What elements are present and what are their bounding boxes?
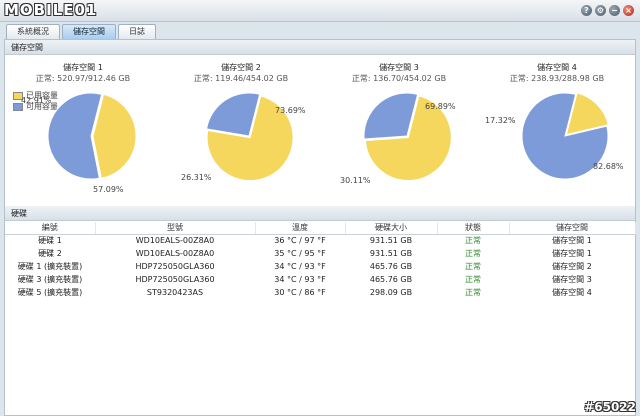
disk-size: 465.76 GB <box>369 275 413 284</box>
disk-volume: 儲存空間 3 <box>552 275 592 284</box>
disk-section-header: 硬碟 <box>5 206 635 221</box>
used-percent-label: 73.69% <box>275 106 306 115</box>
tab-system-overview[interactable]: 系統概況 <box>6 24 60 39</box>
volume-header: 儲存空間 1 正常: 520.97/912.46 GB <box>5 62 161 84</box>
minimize-icon[interactable]: − <box>609 5 620 16</box>
disk-temperature: 35 °C / 95 °F <box>274 249 326 258</box>
volume-name: 儲存空間 2 <box>221 63 261 72</box>
close-icon[interactable]: × <box>623 5 634 16</box>
disk-id: 硬碟 1 (擴充裝置) <box>17 262 83 271</box>
table-row[interactable]: 硬碟 2 WD10EALS-00Z8A0 35 °C / 95 °F 931.51 G… <box>5 247 635 260</box>
volume-name: 儲存空間 4 <box>537 63 577 72</box>
col-volume[interactable]: 儲存空間 <box>509 222 636 235</box>
table-row[interactable]: 硬碟 5 (擴充裝置) ST9320423AS 30 °C / 86 °F 298.0… <box>5 286 635 299</box>
disk-size: 298.09 GB <box>369 288 413 297</box>
used-percent-label: 69.89% <box>425 102 456 111</box>
disk-id: 硬碟 5 (擴充裝置) <box>17 288 83 297</box>
disk-status: 正常 <box>465 288 481 297</box>
storage-section-header: 儲存空間 <box>5 40 635 55</box>
disk-temperature: 34 °C / 93 °F <box>274 262 326 271</box>
table-row[interactable]: 硬碟 1 (擴充裝置) HDP725050GLA360 34 °C / 93 °F 4… <box>5 260 635 273</box>
volume-header: 儲存空間 2 正常: 119.46/454.02 GB <box>163 62 319 84</box>
tab-storage[interactable]: 儲存空間 <box>62 24 116 39</box>
site-logo: MOBILE01 <box>4 1 98 19</box>
free-percent-label: 82.68% <box>593 162 624 171</box>
title-bar: MOBILE01 ? ⚙ − × <box>0 0 640 22</box>
col-temperature[interactable]: 溫度 <box>255 222 346 235</box>
free-percent-label: 30.11% <box>340 176 371 185</box>
disk-model: HDP725050GLA360 <box>135 262 215 271</box>
disk-size: 931.51 GB <box>369 236 413 246</box>
col-status[interactable]: 狀態 <box>437 222 510 235</box>
settings-icon[interactable]: ⚙ <box>595 5 606 16</box>
volume-pie-chart <box>363 92 452 182</box>
disk-id: 硬碟 2 <box>38 249 62 258</box>
disk-model: WD10EALS-00Z8A0 <box>135 249 215 258</box>
volume-header: 儲存空間 3 正常: 136.70/454.02 GB <box>321 62 477 84</box>
disk-id: 硬碟 1 <box>38 236 62 246</box>
volume-pie-chart <box>47 92 137 180</box>
disk-model: WD10EALS-00Z8A0 <box>135 236 215 246</box>
disk-volume: 儲存空間 1 <box>552 236 592 246</box>
tab-bar: 系統概況 儲存空間 日誌 <box>6 24 156 39</box>
volume-capacity: 正常: 520.97/912.46 GB <box>35 74 131 83</box>
col-model[interactable]: 型號 <box>95 222 256 235</box>
disk-status: 正常 <box>465 236 481 246</box>
disk-status: 正常 <box>465 262 481 271</box>
content-panel: 儲存空間 已用容量 可用容量 儲存空間 1 正常: 520.97/912.46 G… <box>4 39 636 416</box>
used-slice <box>92 93 137 179</box>
disk-status: 正常 <box>465 275 481 284</box>
free-percent-label: 26.31% <box>181 173 212 182</box>
disk-model: HDP725050GLA360 <box>135 275 215 284</box>
disk-id: 硬碟 3 (擴充裝置) <box>17 275 83 284</box>
col-id[interactable]: 編號 <box>5 222 96 235</box>
volume-pie-chart <box>521 92 609 180</box>
table-row[interactable]: 硬碟 3 (擴充裝置) HDP725050GLA360 34 °C / 93 °F 4… <box>5 273 635 286</box>
used-percent-label: 17.32% <box>485 116 516 125</box>
col-size[interactable]: 硬碟大小 <box>345 222 438 235</box>
disk-volume: 儲存空間 2 <box>552 262 592 271</box>
volume-capacity: 正常: 119.46/454.02 GB <box>193 74 289 83</box>
help-icon[interactable]: ? <box>581 5 592 16</box>
volume-name: 儲存空間 1 <box>63 63 103 72</box>
free-percent-label: 57.09% <box>93 185 124 194</box>
disk-size: 465.76 GB <box>369 262 413 271</box>
disk-table-header: 編號 型號 溫度 硬碟大小 狀態 儲存空間 <box>5 222 636 235</box>
watermark: #65022 <box>584 400 636 414</box>
table-row[interactable]: 硬碟 1 WD10EALS-00Z8A0 36 °C / 97 °F 931.51 G… <box>5 234 635 247</box>
disk-temperature: 30 °C / 86 °F <box>274 288 326 297</box>
volume-pie-chart <box>206 92 294 182</box>
disk-temperature: 34 °C / 93 °F <box>274 275 326 284</box>
used-percent-label: 42.91% <box>21 96 52 105</box>
disk-volume: 儲存空間 1 <box>552 249 592 258</box>
disk-model: ST9320423AS <box>146 288 204 297</box>
tab-log[interactable]: 日誌 <box>118 24 156 39</box>
disk-size: 931.51 GB <box>369 249 413 258</box>
disk-table-body: 硬碟 1 WD10EALS-00Z8A0 36 °C / 97 °F 931.51 G… <box>5 234 635 299</box>
volume-capacity: 正常: 238.93/288.98 GB <box>509 74 605 83</box>
disk-table: 編號 型號 溫度 硬碟大小 狀態 儲存空間 硬碟 1 WD10EALS-00Z8A… <box>5 222 636 299</box>
window-controls: ? ⚙ − × <box>581 5 634 16</box>
volume-capacity: 正常: 136.70/454.02 GB <box>351 74 447 83</box>
disk-status: 正常 <box>465 249 481 258</box>
disk-volume: 儲存空間 4 <box>552 288 592 297</box>
volume-header: 儲存空間 4 正常: 238.93/288.98 GB <box>479 62 635 84</box>
disk-temperature: 36 °C / 97 °F <box>274 236 326 246</box>
volume-name: 儲存空間 3 <box>379 63 419 72</box>
